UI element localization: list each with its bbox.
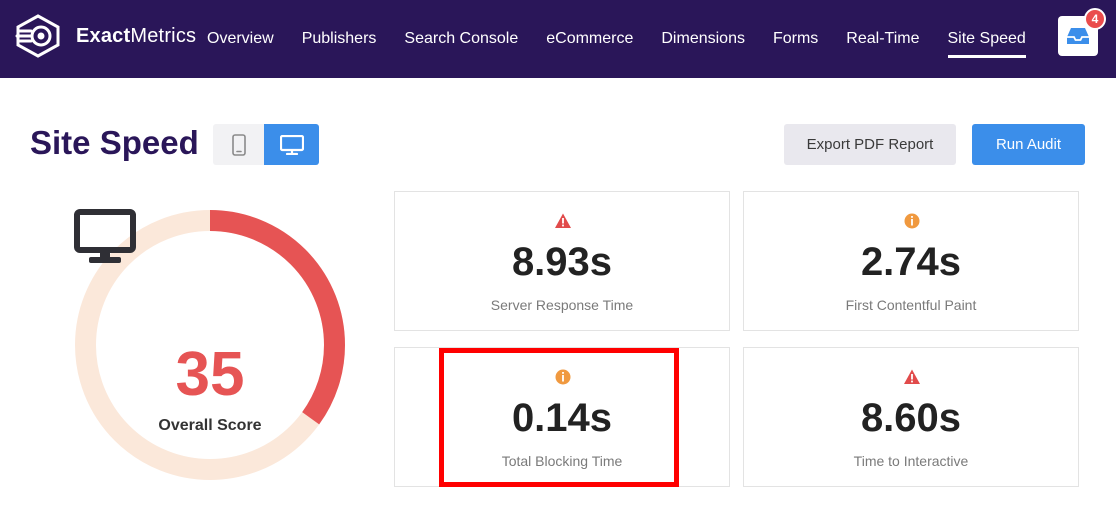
metric-label: First Contentful Paint [845,297,977,313]
nav-search-console[interactable]: Search Console [404,0,518,78]
nav-dimensions[interactable]: Dimensions [661,0,745,78]
nav-overview[interactable]: Overview [207,0,274,78]
warning-triangle-icon [904,369,920,384]
metric-card-time-to-interactive: 8.60s Time to Interactive [743,347,1079,487]
metric-card-first-contentful-paint: 2.74s First Contentful Paint [743,191,1079,331]
top-navigation-bar: ExactMetrics Overview Publishers Search … [0,0,1116,78]
nav-site-speed[interactable]: Site Speed [947,0,1027,78]
info-circle-icon [555,369,571,385]
nav-real-time[interactable]: Real-Time [846,0,919,78]
metric-value: 8.60s [860,396,962,440]
mobile-phone-icon [231,133,246,156]
notification-count-badge: 4 [1084,8,1106,30]
main-nav: Overview Publishers Search Console eComm… [207,0,1054,78]
monitor-icon [74,209,136,263]
device-toggle [213,124,319,165]
overall-score-gauge: 35 Overall Score [74,209,346,481]
run-audit-button[interactable]: Run Audit [972,124,1085,165]
brand-name: ExactMetrics [76,24,197,47]
exactmetrics-logo-icon [15,14,60,58]
info-circle-icon [904,213,920,229]
export-pdf-report-button[interactable]: Export PDF Report [784,124,956,165]
metric-value: 2.74s [860,240,962,284]
nav-forms[interactable]: Forms [773,0,818,78]
mobile-view-button[interactable] [213,124,264,165]
inbox-icon [1067,28,1089,44]
warning-triangle-icon [555,213,571,228]
metric-card-total-blocking-time: 0.14s Total Blocking Time [394,347,730,487]
nav-ecommerce[interactable]: eCommerce [546,0,633,78]
overall-score-value: 35 [175,340,245,409]
metric-card-server-response-time: 8.93s Server Response Time [394,191,730,331]
metric-label: Server Response Time [490,297,634,313]
desktop-view-button[interactable] [264,124,319,165]
brand-logo[interactable]: ExactMetrics [14,14,196,58]
page-title: Site Speed [30,124,199,161]
nav-publishers[interactable]: Publishers [302,0,377,78]
overall-score-label: Overall Score [158,417,262,434]
metric-label: Time to Interactive [853,453,969,469]
metric-value: 0.14s [511,396,613,440]
desktop-monitor-icon [279,134,304,155]
notifications-button[interactable]: 4 [1058,8,1106,56]
metric-label: Total Blocking Time [501,453,623,469]
metric-value: 8.93s [511,240,613,284]
